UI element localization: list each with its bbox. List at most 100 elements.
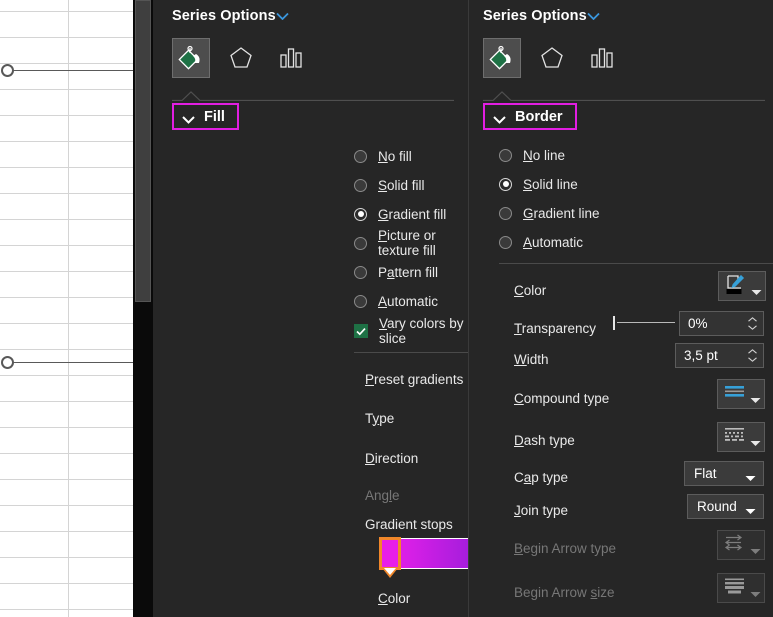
radio-indicator	[354, 237, 367, 250]
row-cap-type: Cap type	[514, 465, 568, 489]
checkbox-vary-colors-by-slice[interactable]: Vary colors by slice	[354, 321, 468, 341]
bar-chart-icon	[277, 44, 305, 72]
vertical-scrollbar[interactable]	[133, 0, 153, 617]
gradient-stop-1[interactable]	[380, 538, 400, 569]
dash-type-dropdown[interactable]	[717, 422, 765, 452]
row-transparency: Transparency	[514, 316, 596, 340]
pane-title-border: Series Options	[483, 8, 587, 24]
arrow-size-icon	[724, 576, 745, 600]
worksheet-grid[interactable]	[0, 0, 133, 617]
tab-fill-line[interactable]	[483, 38, 521, 78]
row-cap-type-label: Cap type	[514, 470, 568, 485]
row-angle: Angle	[365, 483, 400, 507]
row-begin-arrow-size: Begin Arrow size	[514, 580, 615, 604]
compound-type-dropdown[interactable]	[717, 379, 765, 409]
chevron-down-icon	[493, 112, 506, 121]
arrow-type-icon	[724, 533, 745, 557]
radio-no-line[interactable]: No line	[499, 145, 565, 165]
join-type-dropdown[interactable]: Round	[687, 494, 764, 519]
format-data-series-pane-fill: Series Options	[158, 0, 468, 617]
chevron-down-icon	[745, 470, 756, 477]
radio-indicator	[354, 150, 367, 163]
radio-no-fill[interactable]: No fill	[354, 146, 412, 166]
grid-row-line	[0, 11, 133, 12]
row-gradient-stops: Gradient stops	[365, 512, 453, 536]
vertical-scrollbar-thumb[interactable]	[135, 0, 151, 302]
row-join-type-label: Join type	[514, 503, 568, 518]
row-gradient-stops-label: Gradient stops	[365, 517, 453, 532]
radio-label: Gradient line	[523, 206, 600, 221]
radio-solid-line[interactable]: Solid line	[499, 174, 578, 194]
radio-indicator	[499, 236, 512, 249]
begin-arrow-size-dropdown	[717, 573, 765, 603]
tab-fill-line[interactable]	[172, 38, 210, 78]
radio-indicator	[499, 149, 512, 162]
section-header-border[interactable]: Border	[483, 103, 577, 130]
spinner-arrows[interactable]	[748, 349, 760, 362]
section-header-border-label: Border	[515, 109, 563, 125]
radio-indicator	[354, 208, 367, 221]
chevron-down-icon	[182, 112, 195, 121]
tab-effects[interactable]	[533, 38, 571, 78]
radio-pattern-fill[interactable]: Pattern fill	[354, 262, 438, 282]
transparency-slider[interactable]	[609, 316, 675, 330]
row-direction: Direction	[365, 446, 418, 470]
row-preset-gradients-label: Preset gradients	[365, 372, 463, 387]
radio-automatic[interactable]: Automatic	[354, 291, 438, 311]
radio-gradient-fill[interactable]: Gradient fill	[354, 204, 446, 224]
radio-label: Solid fill	[378, 178, 425, 193]
chart-handle-bottom[interactable]	[1, 356, 14, 369]
join-type-dropdown-value: Round	[697, 499, 737, 514]
cap-type-dropdown[interactable]: Flat	[684, 461, 764, 486]
row-border-color: Color	[514, 278, 546, 302]
radio-label: Solid line	[523, 177, 578, 192]
radio-label: Automatic	[523, 235, 583, 250]
row-width: Width	[514, 347, 549, 371]
radio-picture-or-texture-fill[interactable]: Picture or texture fill	[354, 233, 468, 253]
chevron-up-icon	[748, 317, 757, 322]
row-fill-color: Color	[378, 586, 410, 610]
border-color-dropdown[interactable]	[718, 271, 766, 301]
transparency-spinner[interactable]: 0%	[679, 311, 764, 336]
pane-title-fill: Series Options	[172, 8, 276, 24]
radio-gradient-line[interactable]: Gradient line	[499, 203, 600, 223]
chart-handle-top[interactable]	[1, 64, 14, 77]
pane-tabstrip-border[interactable]	[483, 38, 621, 78]
chevron-down-icon[interactable]	[587, 12, 600, 20]
radio-automatic[interactable]: Automatic	[499, 232, 583, 252]
radio-indicator	[354, 295, 367, 308]
row-dash-type-label: Dash type	[514, 433, 575, 448]
slider-track	[617, 322, 675, 323]
row-compound-type-label: Compound type	[514, 391, 609, 406]
grid-row-line	[0, 609, 133, 610]
width-spinner[interactable]: 3,5 pt	[675, 343, 764, 368]
tab-series-options[interactable]	[583, 38, 621, 78]
radio-solid-fill[interactable]: Solid fill	[354, 175, 425, 195]
bar-chart-icon	[588, 44, 616, 72]
cap-type-dropdown-value: Flat	[694, 466, 717, 481]
grid-row-line	[0, 531, 133, 532]
slider-knob[interactable]	[613, 316, 615, 330]
chevron-down-icon	[750, 391, 761, 398]
chevron-down-icon	[748, 325, 757, 330]
row-direction-label: Direction	[365, 451, 418, 466]
row-join-type: Join type	[514, 498, 568, 522]
tab-effects[interactable]	[222, 38, 260, 78]
chevron-down-icon	[745, 503, 756, 510]
chevron-down-icon	[750, 542, 761, 549]
grid-row-line	[0, 557, 133, 558]
row-transparency-label: Transparency	[514, 321, 596, 336]
section-header-fill[interactable]: Fill	[172, 103, 239, 130]
spinner-arrows[interactable]	[748, 317, 760, 330]
radio-label: No fill	[378, 149, 412, 164]
tab-series-options[interactable]	[272, 38, 310, 78]
leader-line-top	[8, 70, 133, 71]
chevron-down-icon[interactable]	[276, 12, 289, 20]
chevron-down-icon	[748, 357, 757, 362]
doughnut-chart[interactable]	[0, 95, 133, 525]
checkbox-label: Vary colors by slice	[379, 316, 468, 346]
pane-tabstrip-fill[interactable]	[172, 38, 310, 78]
radio-label: Automatic	[378, 294, 438, 309]
pentagon-icon	[538, 44, 566, 72]
chevron-down-icon	[750, 585, 761, 592]
